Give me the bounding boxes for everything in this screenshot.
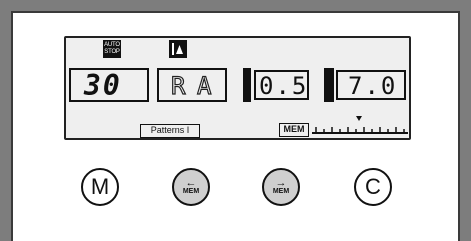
stitch-width-box: 0.5 — [254, 70, 309, 100]
mem-back-label: MEM — [182, 188, 200, 195]
pattern-display-box: R A — [157, 68, 227, 102]
auto-stop-icon: AUTO STOP — [103, 40, 121, 58]
needle-position-icon — [169, 40, 187, 58]
mem-forward-button[interactable]: → MEM — [262, 168, 300, 206]
c-button-label: C — [365, 174, 381, 199]
c-button[interactable]: C — [354, 168, 392, 206]
memory-scale — [312, 116, 408, 134]
mem-forward-label: MEM — [272, 188, 290, 195]
stitch-length-box: 7.0 — [336, 70, 406, 100]
lcd-display: AUTO STOP 30 R A 0.5 7.0 Patterns I MEM — [64, 36, 411, 140]
m-button[interactable]: M — [81, 168, 119, 206]
length-indicator-bar — [324, 68, 334, 102]
left-arrow-icon: ← — [185, 177, 197, 189]
stitch-length-value: 7.0 — [348, 72, 398, 100]
pattern-glyph-1: R — [170, 72, 188, 100]
m-button-label: M — [90, 174, 110, 199]
patterns-label: Patterns I — [140, 124, 200, 138]
right-arrow-icon: → — [275, 177, 287, 189]
mem-back-button[interactable]: ← MEM — [172, 168, 210, 206]
stitch-counter-box: 30 — [69, 68, 149, 102]
stitch-counter-value: 30 — [84, 69, 122, 102]
pattern-glyph-2: A — [196, 72, 214, 100]
width-indicator-bar — [243, 68, 251, 102]
mem-label: MEM — [279, 123, 309, 137]
stitch-width-value: 0.5 — [259, 72, 309, 100]
